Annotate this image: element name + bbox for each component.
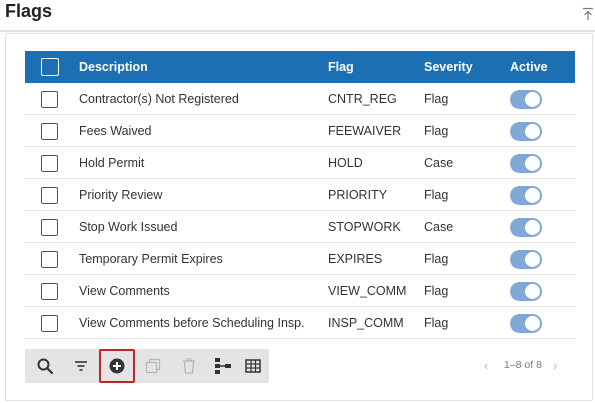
collapse-icon[interactable] bbox=[582, 7, 594, 21]
toggle-knob bbox=[525, 188, 540, 203]
severity-cell: Flag bbox=[424, 188, 449, 202]
copy-button[interactable] bbox=[135, 349, 171, 383]
description-cell: View Comments bbox=[79, 284, 170, 298]
table-row[interactable]: Priority Review PRIORITY Flag bbox=[25, 179, 575, 211]
table-toolbar bbox=[25, 349, 269, 383]
severity-cell: Case bbox=[424, 156, 454, 170]
active-toggle[interactable] bbox=[510, 218, 542, 237]
flag-cell: INSP_COMM bbox=[328, 316, 404, 330]
row-checkbox[interactable] bbox=[41, 123, 58, 140]
add-icon bbox=[109, 358, 125, 374]
flag-cell: CNTR_REG bbox=[328, 92, 397, 106]
severity-cell: Flag bbox=[424, 284, 449, 298]
severity-cell: Case bbox=[424, 220, 454, 234]
column-header-flag[interactable]: Flag bbox=[328, 60, 354, 74]
flag-cell: HOLD bbox=[328, 156, 363, 170]
table-row[interactable]: Fees Waived FEEWAIVER Flag bbox=[25, 115, 575, 147]
page-title: Flags bbox=[5, 1, 53, 21]
flag-cell: VIEW_COMM bbox=[328, 284, 407, 298]
toggle-knob bbox=[525, 284, 540, 299]
active-toggle[interactable] bbox=[510, 282, 542, 301]
row-checkbox[interactable] bbox=[41, 315, 58, 332]
add-button[interactable] bbox=[99, 349, 135, 383]
severity-cell: Flag bbox=[424, 252, 449, 266]
copy-icon bbox=[145, 358, 161, 374]
filter-button[interactable] bbox=[63, 349, 99, 383]
filter-icon bbox=[75, 361, 87, 371]
page-count: 1–8 of 8 bbox=[504, 359, 542, 371]
description-cell: View Comments before Scheduling Insp. bbox=[79, 316, 305, 330]
flags-table: Description Flag Severity Active Contrac… bbox=[25, 51, 575, 339]
flag-cell: EXPIRES bbox=[328, 252, 383, 266]
pagination: ‹ 1–8 of 8 › bbox=[484, 358, 576, 374]
table-row[interactable]: Hold Permit HOLD Case bbox=[25, 147, 575, 179]
description-cell: Temporary Permit Expires bbox=[79, 252, 223, 266]
active-toggle[interactable] bbox=[510, 186, 542, 205]
flag-cell: STOPWORK bbox=[328, 220, 401, 234]
severity-cell: Flag bbox=[424, 92, 449, 106]
delete-icon bbox=[183, 358, 195, 374]
title-divider bbox=[0, 30, 595, 32]
toggle-knob bbox=[525, 156, 540, 171]
toggle-knob bbox=[525, 92, 540, 107]
search-icon bbox=[37, 358, 54, 375]
grid-icon bbox=[245, 359, 261, 373]
table-row[interactable]: View Comments before Scheduling Insp. IN… bbox=[25, 307, 575, 339]
description-cell: Priority Review bbox=[79, 188, 163, 202]
description-cell: Fees Waived bbox=[79, 124, 152, 138]
row-checkbox[interactable] bbox=[41, 91, 58, 108]
column-header-description[interactable]: Description bbox=[79, 60, 148, 74]
flag-cell: PRIORITY bbox=[328, 188, 388, 202]
description-cell: Contractor(s) Not Registered bbox=[79, 92, 239, 106]
select-all-checkbox[interactable] bbox=[41, 58, 59, 76]
active-toggle[interactable] bbox=[510, 154, 542, 173]
search-button[interactable] bbox=[27, 349, 63, 383]
table-row[interactable]: Contractor(s) Not Registered CNTR_REG Fl… bbox=[25, 83, 575, 115]
severity-cell: Flag bbox=[424, 316, 449, 330]
row-checkbox[interactable] bbox=[41, 155, 58, 172]
hierarchy-icon bbox=[215, 358, 231, 374]
column-header-active[interactable]: Active bbox=[510, 60, 548, 74]
table-header: Description Flag Severity Active bbox=[25, 51, 575, 83]
active-toggle[interactable] bbox=[510, 250, 542, 269]
active-toggle[interactable] bbox=[510, 122, 542, 141]
toggle-knob bbox=[525, 252, 540, 267]
toggle-knob bbox=[525, 124, 540, 139]
active-toggle[interactable] bbox=[510, 90, 542, 109]
chevron-right-icon[interactable]: › bbox=[553, 358, 557, 373]
column-header-severity[interactable]: Severity bbox=[424, 60, 473, 74]
severity-cell: Flag bbox=[424, 124, 449, 138]
table-row[interactable]: Stop Work Issued STOPWORK Case bbox=[25, 211, 575, 243]
delete-button[interactable] bbox=[171, 349, 207, 383]
table-row[interactable]: View Comments VIEW_COMM Flag bbox=[25, 275, 575, 307]
row-checkbox[interactable] bbox=[41, 187, 58, 204]
toggle-knob bbox=[525, 220, 540, 235]
flag-cell: FEEWAIVER bbox=[328, 124, 402, 138]
row-checkbox[interactable] bbox=[41, 283, 58, 300]
row-checkbox[interactable] bbox=[41, 251, 58, 268]
active-toggle[interactable] bbox=[510, 314, 542, 333]
table-row[interactable]: Temporary Permit Expires EXPIRES Flag bbox=[25, 243, 575, 275]
description-cell: Hold Permit bbox=[79, 156, 145, 170]
grid-button[interactable] bbox=[235, 349, 271, 383]
description-cell: Stop Work Issued bbox=[79, 220, 178, 234]
chevron-left-icon[interactable]: ‹ bbox=[484, 358, 488, 373]
toggle-knob bbox=[525, 316, 540, 331]
row-checkbox[interactable] bbox=[41, 219, 58, 236]
